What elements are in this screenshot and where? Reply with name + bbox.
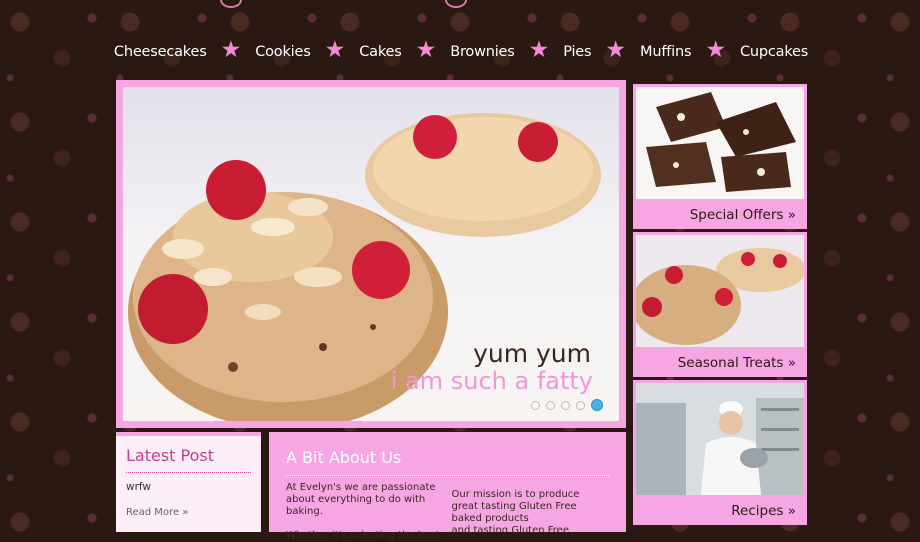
about-paragraph-1: At Evelyn's we are passionate about ever… xyxy=(286,482,436,517)
star-icon: ★ xyxy=(705,36,726,63)
seasonal-treats-card[interactable]: Seasonal Treats » xyxy=(633,232,807,377)
about-paragraph-1-cont: Whether it's selecting the best xyxy=(286,530,440,541)
nav-cupcakes[interactable]: Cupcakes xyxy=(740,44,808,60)
main-navigation: Cheesecakes ★ Cookies ★ Cakes ★ Brownies… xyxy=(114,36,808,66)
seasonal-treats-link[interactable]: Seasonal Treats » xyxy=(636,347,804,371)
slide-image-cookies: yum yum i am such a fatty xyxy=(123,87,619,421)
chef-image xyxy=(636,383,804,495)
read-more-link[interactable]: Read More » xyxy=(126,507,251,518)
nav-cakes[interactable]: Cakes xyxy=(359,44,402,60)
swirl-icon xyxy=(445,0,467,8)
star-icon: ★ xyxy=(528,36,550,63)
hero-slider[interactable]: yum yum i am such a fatty xyxy=(116,80,626,428)
slider-dot[interactable] xyxy=(576,400,585,410)
nav-pies[interactable]: Pies xyxy=(563,44,591,60)
brownie-image xyxy=(636,87,804,199)
slide-caption-subtitle: i am such a fatty xyxy=(390,367,593,395)
nav-cheesecakes[interactable]: Cheesecakes xyxy=(114,44,207,60)
nav-brownies[interactable]: Brownies xyxy=(450,44,515,60)
slider-dot-active[interactable] xyxy=(591,399,603,411)
about-us-box: A Bit About Us At Evelyn's we are passio… xyxy=(269,432,626,541)
special-offers-link[interactable]: Special Offers » xyxy=(636,199,804,223)
swirl-icon xyxy=(220,0,242,8)
about-us-heading: A Bit About Us xyxy=(286,448,609,476)
latest-post-heading: Latest Post xyxy=(126,446,251,473)
latest-post-title[interactable]: wrfw xyxy=(126,481,251,493)
special-offers-card[interactable]: Special Offers » xyxy=(633,84,807,229)
nav-cookies[interactable]: Cookies xyxy=(255,44,311,60)
slider-pager xyxy=(531,399,603,411)
nav-muffins[interactable]: Muffins xyxy=(640,44,691,60)
cookies-image xyxy=(636,235,804,347)
star-icon: ★ xyxy=(605,36,627,63)
latest-post-box: Latest Post wrfw Read More » xyxy=(116,432,261,532)
slider-dot[interactable] xyxy=(561,400,570,410)
star-icon: ★ xyxy=(415,36,437,63)
slider-dot[interactable] xyxy=(531,400,540,410)
slide-caption-title: yum yum xyxy=(473,339,591,368)
star-icon: ★ xyxy=(324,36,346,63)
slider-dot[interactable] xyxy=(546,400,555,410)
recipes-link[interactable]: Recipes » xyxy=(636,495,804,519)
top-decoration xyxy=(200,0,500,8)
star-icon: ★ xyxy=(220,36,242,63)
recipes-card[interactable]: Recipes » xyxy=(633,380,807,525)
about-paragraph-2-cont: and tasting Gluten Free xyxy=(451,525,570,536)
